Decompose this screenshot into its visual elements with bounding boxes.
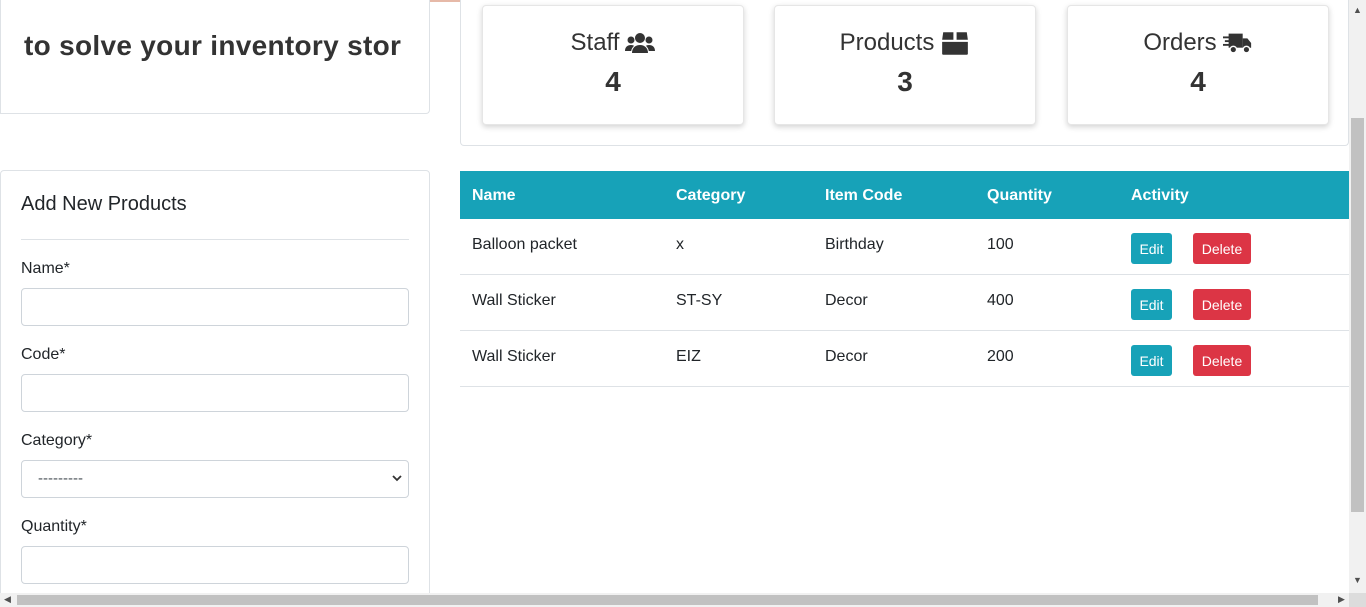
- scroll-right-arrow-icon[interactable]: ▶: [1338, 594, 1345, 605]
- cell-quantity: 400: [987, 292, 1014, 309]
- code-input[interactable]: [21, 374, 409, 412]
- header-name: Name: [472, 187, 516, 204]
- add-product-form: Add New Products Name* Code* Category* -…: [0, 170, 430, 607]
- edit-button[interactable]: Edit: [1131, 289, 1172, 320]
- shipping-fast-icon: [1222, 33, 1251, 54]
- chevron-down-icon: [392, 475, 402, 482]
- table-row: Wall Sticker ST-SY Decor 400 Edit Delete: [460, 275, 1349, 331]
- header-item-code: Item Code: [825, 187, 903, 204]
- cell-item-code: Birthday: [825, 236, 884, 253]
- cell-name: Wall Sticker: [472, 348, 556, 365]
- stat-value-orders: 4: [1190, 66, 1206, 97]
- quantity-input[interactable]: [21, 546, 409, 584]
- header-activity: Activity: [1131, 187, 1189, 204]
- code-label: Code*: [21, 346, 66, 363]
- stat-title-products: Products: [839, 29, 935, 56]
- header-quantity: Quantity: [987, 187, 1052, 204]
- scroll-down-arrow-icon[interactable]: ▼: [1353, 575, 1362, 585]
- table-row: Balloon packet x Birthday 100 Edit Delet…: [460, 219, 1349, 275]
- table-header: Name Category Item Code Quantity Activit…: [460, 171, 1349, 219]
- quantity-label: Quantity*: [21, 518, 87, 535]
- stat-value-staff: 4: [605, 66, 621, 97]
- scroll-left-arrow-icon[interactable]: ◀: [4, 594, 11, 605]
- cell-item-code: Decor: [825, 292, 868, 309]
- users-icon: [625, 33, 656, 53]
- cell-category: x: [676, 236, 684, 253]
- cell-name: Wall Sticker: [472, 292, 556, 309]
- stat-title-staff: Staff: [570, 29, 620, 56]
- category-select[interactable]: ---------: [21, 460, 409, 498]
- vertical-scroll-thumb[interactable]: [1351, 118, 1364, 512]
- edit-button[interactable]: Edit: [1131, 345, 1172, 376]
- table-row: Wall Sticker EIZ Decor 200 Edit Delete: [460, 331, 1349, 387]
- stat-card-products: Products 3: [774, 5, 1036, 125]
- cell-name: Balloon packet: [472, 236, 577, 253]
- cell-item-code: Decor: [825, 348, 868, 365]
- stat-title-orders: Orders: [1143, 29, 1217, 56]
- delete-button[interactable]: Delete: [1193, 233, 1251, 264]
- name-input[interactable]: [21, 288, 409, 326]
- stat-value-products: 3: [897, 66, 913, 97]
- welcome-banner-card: ere to solve your inventory stor: [0, 0, 430, 114]
- cell-category: ST-SY: [676, 292, 723, 309]
- box-icon: [942, 32, 969, 55]
- vertical-scrollbar[interactable]: ▲ ▼: [1349, 0, 1366, 593]
- category-label: Category*: [21, 432, 93, 449]
- header-category: Category: [676, 187, 746, 204]
- cell-quantity: 200: [987, 348, 1014, 365]
- horizontal-scrollbar[interactable]: ◀ ▶: [0, 593, 1366, 607]
- stat-card-orders: Orders 4: [1067, 5, 1329, 125]
- edit-button[interactable]: Edit: [1131, 233, 1172, 264]
- name-label: Name*: [21, 260, 70, 277]
- delete-button[interactable]: Delete: [1193, 289, 1251, 320]
- delete-button[interactable]: Delete: [1193, 345, 1251, 376]
- horizontal-scroll-thumb[interactable]: [17, 595, 1318, 605]
- form-title: Add New Products: [21, 193, 187, 215]
- cell-quantity: 100: [987, 236, 1014, 253]
- category-selected-value: ---------: [38, 470, 83, 487]
- welcome-marquee: ere to solve your inventory stor: [21, 30, 411, 66]
- form-divider: [21, 239, 409, 240]
- stats-panel: Staff 4 Products 3 Orders 4: [460, 0, 1349, 146]
- scrollbar-corner: [1349, 593, 1366, 607]
- marquee-text: ere to solve your inventory stor: [21, 30, 402, 61]
- stat-card-staff: Staff 4: [482, 5, 744, 125]
- cell-category: EIZ: [676, 348, 701, 365]
- products-table: Name Category Item Code Quantity Activit…: [460, 171, 1349, 387]
- scroll-up-arrow-icon[interactable]: ▲: [1353, 5, 1362, 15]
